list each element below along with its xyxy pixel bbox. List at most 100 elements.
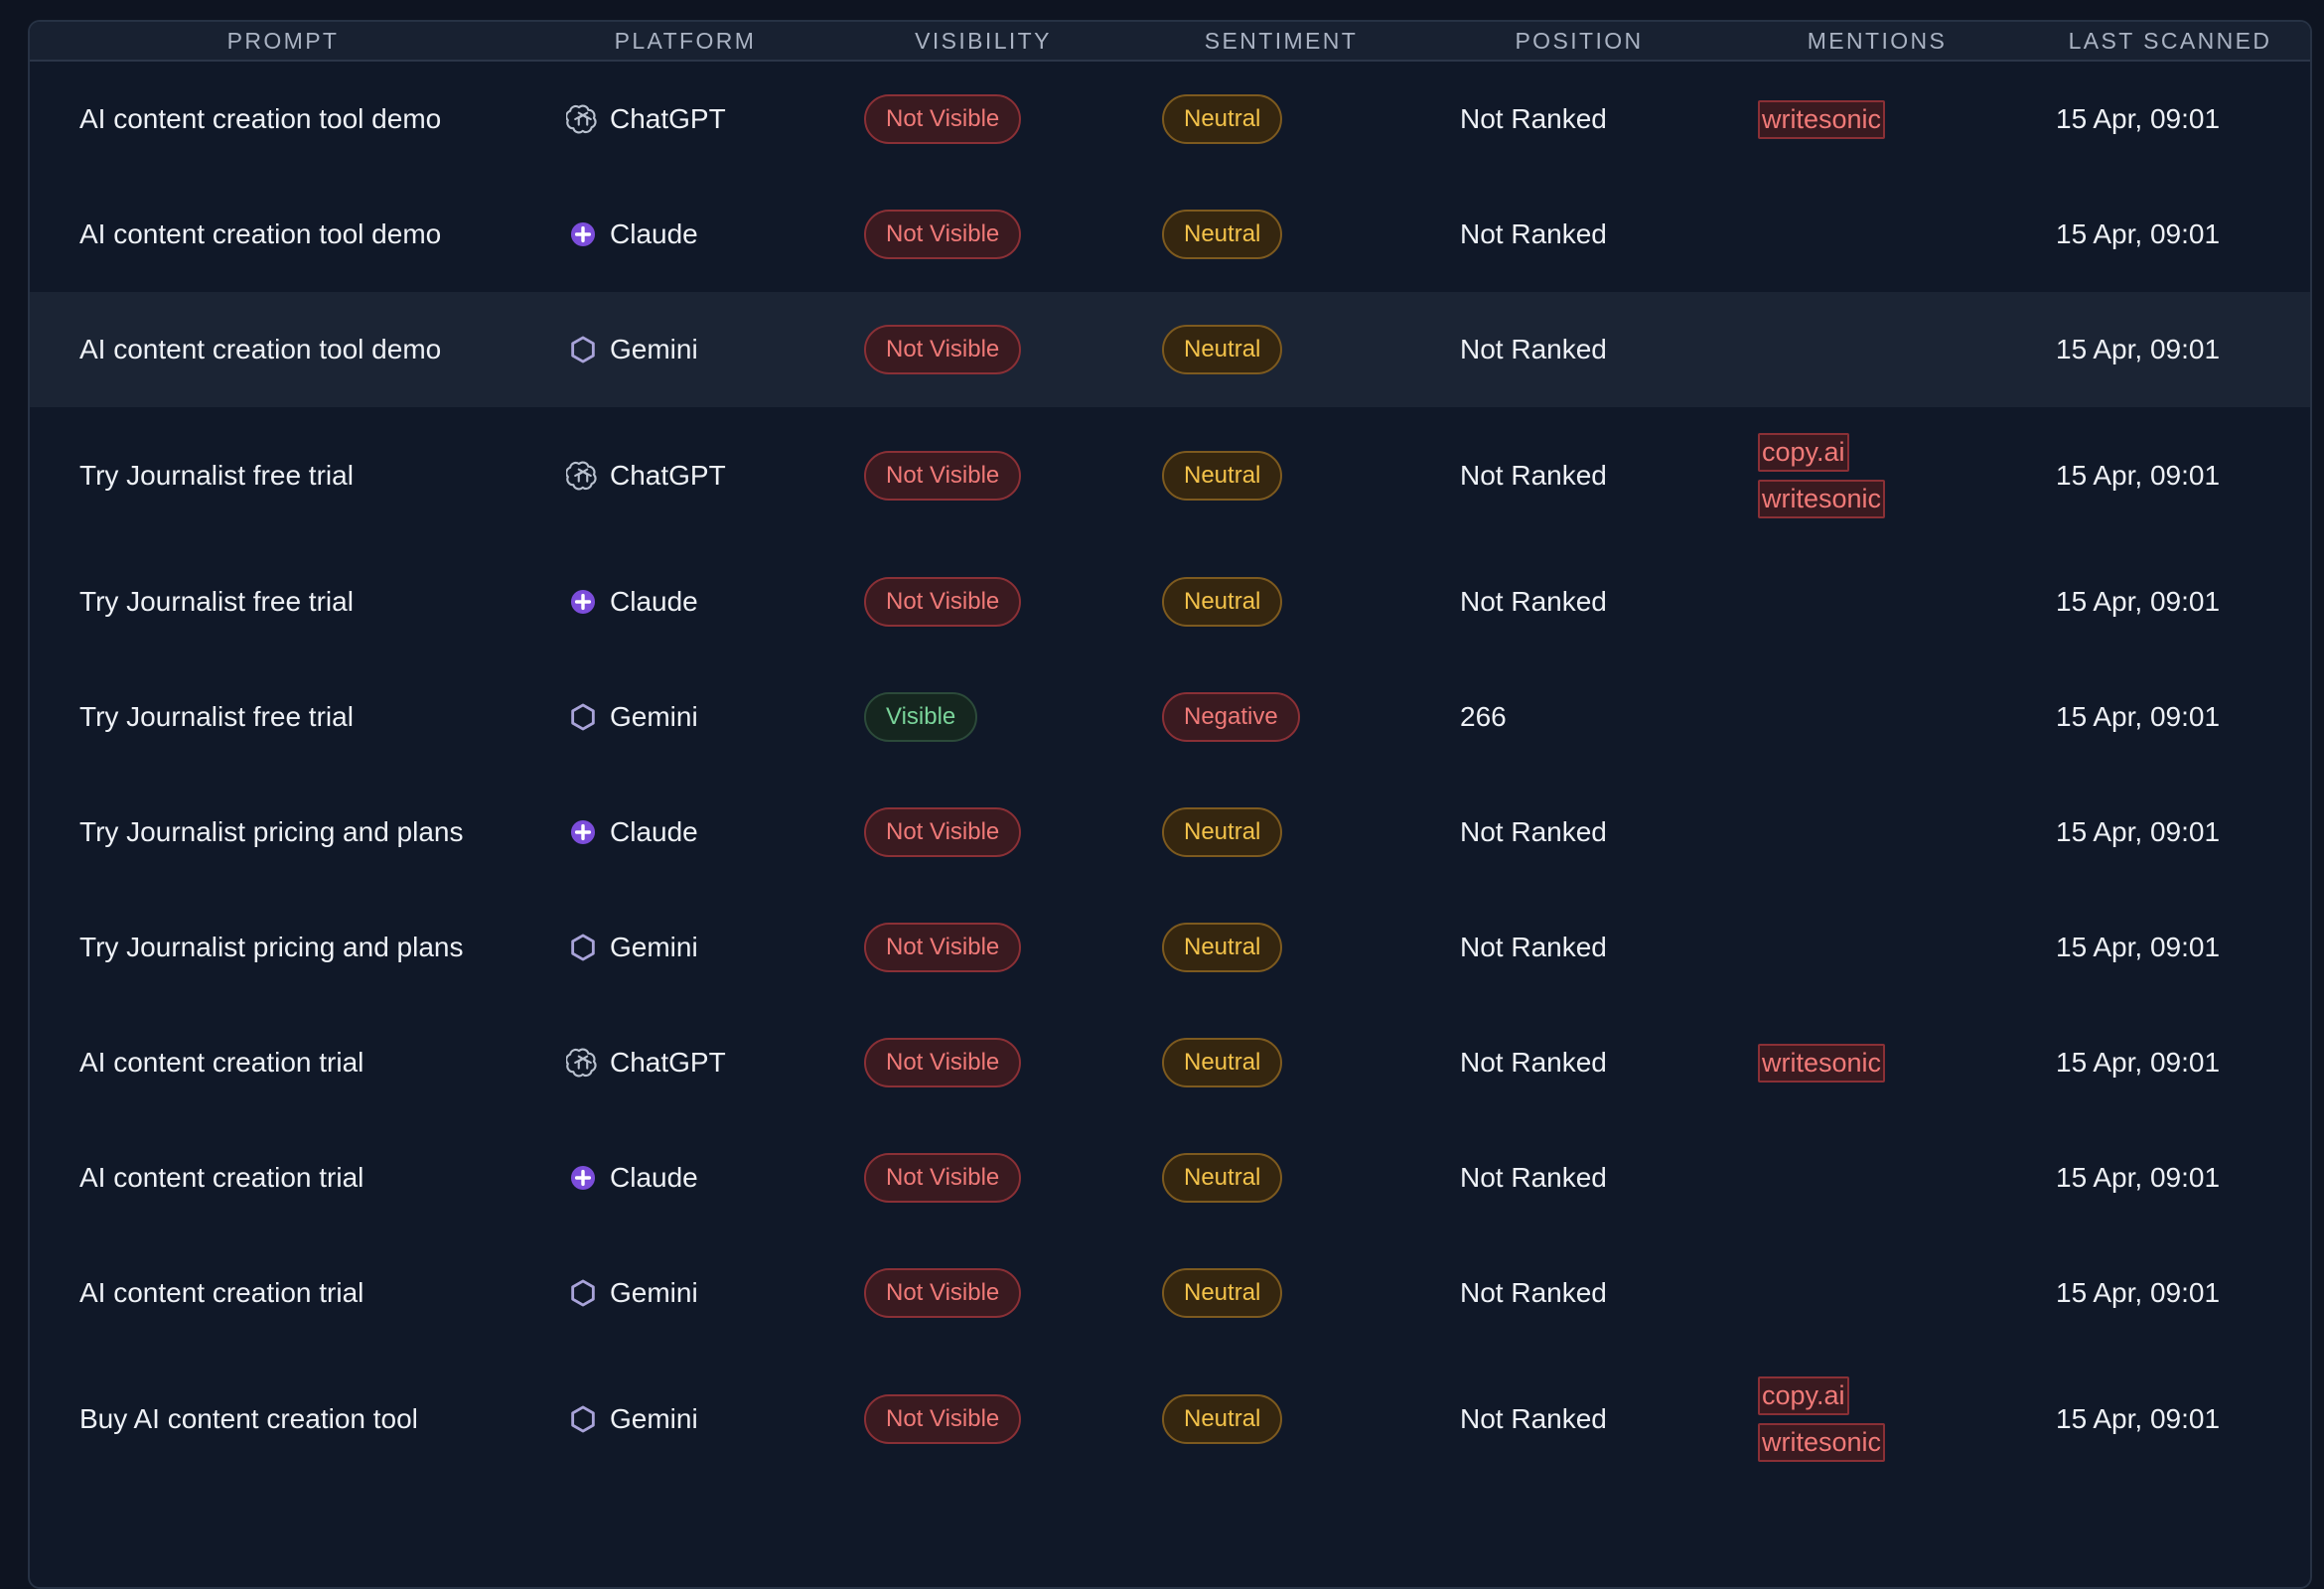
header-prompt[interactable]: Prompt <box>30 28 536 55</box>
gemini-icon <box>566 1402 600 1436</box>
last-scanned-cell: 15 Apr, 09:01 <box>2056 816 2221 847</box>
position-cell: Not Ranked <box>1460 1162 1607 1193</box>
table-header: Prompt Platform Visibility Sentiment Pos… <box>30 22 2310 62</box>
header-sentiment[interactable]: Sentiment <box>1132 28 1430 55</box>
platform-cell: Gemini <box>536 1276 834 1310</box>
results-table: Prompt Platform Visibility Sentiment Pos… <box>28 20 2312 1589</box>
prompt-cell: Try Journalist free trial <box>79 586 354 617</box>
sentiment-badge: Neutral <box>1162 94 1283 144</box>
visibility-cell: Not Visible <box>834 1268 1132 1318</box>
prompt-cell: Try Journalist free trial <box>79 460 354 491</box>
sentiment-badge: Neutral <box>1162 807 1283 857</box>
visibility-cell: Not Visible <box>834 451 1132 501</box>
prompt-cell: Try Journalist pricing and plans <box>79 932 464 962</box>
table-row[interactable]: AI content creation tool demo ChatGPT Not … <box>30 62 2310 177</box>
visibility-badge: Not Visible <box>864 94 1022 144</box>
gemini-icon <box>566 931 600 964</box>
table-row[interactable]: AI content creation trial Gemini Not Visib… <box>30 1235 2310 1351</box>
header-last-scanned[interactable]: Last Scanned <box>2026 28 2310 55</box>
platform-cell: Gemini <box>536 1402 834 1436</box>
table-row[interactable]: Buy AI content creation tool Gemini Not Vi… <box>30 1351 2310 1488</box>
table-row[interactable]: AI content creation tool demo Gemini Not V… <box>30 292 2310 407</box>
last-scanned-cell: 15 Apr, 09:01 <box>2056 932 2221 962</box>
mention-tag[interactable]: copy.ai <box>1758 1376 1849 1415</box>
prompt-cell: AI content creation trial <box>79 1047 364 1078</box>
platform-label: Claude <box>610 816 698 847</box>
position-cell: Not Ranked <box>1460 460 1607 491</box>
visibility-badge: Not Visible <box>864 451 1022 501</box>
visibility-badge: Not Visible <box>864 1038 1022 1087</box>
last-scanned-cell: 15 Apr, 09:01 <box>2056 460 2221 491</box>
visibility-badge: Not Visible <box>864 923 1022 972</box>
position-cell: Not Ranked <box>1460 103 1607 134</box>
position-cell: Not Ranked <box>1460 816 1607 847</box>
sentiment-cell: Neutral <box>1132 94 1430 144</box>
mentions-cell: writesonic <box>1728 1043 2026 1083</box>
visibility-badge: Not Visible <box>864 210 1022 259</box>
visibility-badge: Not Visible <box>864 1268 1022 1318</box>
platform-cell: ChatGPT <box>536 102 834 136</box>
table-row[interactable]: Try Journalist free trial ChatGPT Not Visi… <box>30 407 2310 544</box>
prompt-cell: Try Journalist free trial <box>79 701 354 732</box>
last-scanned-cell: 15 Apr, 09:01 <box>2056 586 2221 617</box>
table-row[interactable]: AI content creation tool demo Claude Not V… <box>30 177 2310 292</box>
visibility-cell: Not Visible <box>834 325 1132 374</box>
position-cell: Not Ranked <box>1460 1403 1607 1434</box>
header-visibility[interactable]: Visibility <box>834 28 1132 55</box>
sentiment-badge: Neutral <box>1162 1394 1283 1444</box>
table-row[interactable]: Try Journalist free trial Claude Not Visib… <box>30 544 2310 659</box>
mention-tag[interactable]: writesonic <box>1758 1043 1886 1083</box>
header-position[interactable]: Position <box>1430 28 1728 55</box>
sentiment-badge: Neutral <box>1162 325 1283 374</box>
table-row[interactable]: Try Journalist pricing and plans Gemini No… <box>30 890 2310 1005</box>
sentiment-cell: Neutral <box>1132 1394 1430 1444</box>
sentiment-cell: Neutral <box>1132 1038 1430 1087</box>
claude-icon <box>566 585 600 619</box>
platform-cell: Claude <box>536 217 834 251</box>
header-platform[interactable]: Platform <box>536 28 834 55</box>
visibility-cell: Not Visible <box>834 923 1132 972</box>
table-row[interactable]: Try Journalist pricing and plans Claude No… <box>30 775 2310 890</box>
platform-label: ChatGPT <box>610 103 726 134</box>
prompt-cell: Try Journalist pricing and plans <box>79 816 464 847</box>
platform-label: Claude <box>610 218 698 249</box>
chatgpt-icon <box>566 102 600 136</box>
chatgpt-icon <box>566 459 600 493</box>
sentiment-cell: Neutral <box>1132 923 1430 972</box>
position-cell: Not Ranked <box>1460 1277 1607 1308</box>
sentiment-badge: Neutral <box>1162 577 1283 627</box>
last-scanned-cell: 15 Apr, 09:01 <box>2056 1403 2221 1434</box>
prompt-cell: Buy AI content creation tool <box>79 1403 418 1434</box>
last-scanned-cell: 15 Apr, 09:01 <box>2056 1277 2221 1308</box>
sentiment-cell: Neutral <box>1132 210 1430 259</box>
mention-tag[interactable]: writesonic <box>1758 99 1886 139</box>
chatgpt-icon <box>566 1046 600 1080</box>
platform-label: Gemini <box>610 1403 698 1434</box>
header-mentions[interactable]: Mentions <box>1728 28 2026 55</box>
visibility-badge: Not Visible <box>864 325 1022 374</box>
sentiment-badge: Neutral <box>1162 1038 1283 1087</box>
table-row[interactable]: AI content creation trial ChatGPT Not Visi… <box>30 1005 2310 1120</box>
visibility-cell: Visible <box>834 692 1132 742</box>
platform-cell: Claude <box>536 585 834 619</box>
position-cell: 266 <box>1460 701 1507 732</box>
sentiment-badge: Neutral <box>1162 210 1283 259</box>
last-scanned-cell: 15 Apr, 09:01 <box>2056 218 2221 249</box>
sentiment-badge: Neutral <box>1162 1268 1283 1318</box>
prompt-cell: AI content creation tool demo <box>79 218 442 249</box>
visibility-badge: Visible <box>864 692 978 742</box>
sentiment-cell: Neutral <box>1132 577 1430 627</box>
gemini-icon <box>566 1276 600 1310</box>
sentiment-cell: Neutral <box>1132 451 1430 501</box>
mention-tag[interactable]: copy.ai <box>1758 433 1849 472</box>
table-row[interactable]: AI content creation trial Claude Not Visib… <box>30 1120 2310 1235</box>
visibility-badge: Not Visible <box>864 577 1022 627</box>
platform-cell: Claude <box>536 1161 834 1195</box>
table-row[interactable]: Try Journalist free trial Gemini Visible Ne… <box>30 659 2310 775</box>
position-cell: Not Ranked <box>1460 932 1607 962</box>
platform-label: Gemini <box>610 932 698 962</box>
mention-tag[interactable]: writesonic <box>1758 1423 1886 1462</box>
mention-tag[interactable]: writesonic <box>1758 480 1886 518</box>
sentiment-badge: Neutral <box>1162 923 1283 972</box>
last-scanned-cell: 15 Apr, 09:01 <box>2056 334 2221 364</box>
